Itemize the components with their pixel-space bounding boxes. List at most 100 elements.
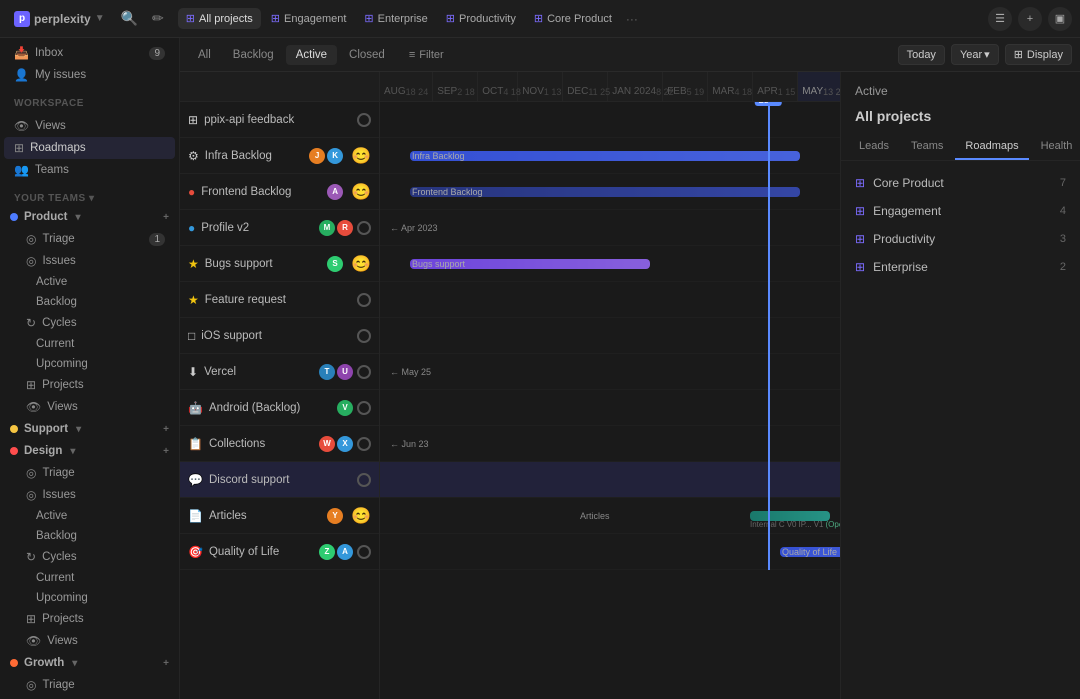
- timeline-row-vercel: ← May 25: [380, 354, 840, 390]
- settings-button[interactable]: ▣: [1048, 7, 1072, 31]
- filter-icon: ≡: [409, 49, 415, 61]
- productivity-label: Productivity: [459, 13, 516, 25]
- sidebar-item-product-issues[interactable]: ◎ Issues: [4, 250, 175, 272]
- sidebar-item-product-current[interactable]: Current: [4, 334, 175, 354]
- gantt-row-qol[interactable]: 🎯 Quality of Life Z A: [180, 534, 379, 570]
- gantt-row-infra[interactable]: ⚙ Infra Backlog J K 😊: [180, 138, 379, 174]
- search-button[interactable]: 🔍: [117, 6, 142, 31]
- sidebar-item-design-backlog[interactable]: Backlog: [4, 526, 175, 546]
- today-line: APR 25: [768, 102, 770, 570]
- nav-tabs-more[interactable]: ···: [622, 8, 642, 30]
- sidebar-item-growth-triage[interactable]: ◎ Triage: [4, 674, 175, 696]
- rp-project-core-product[interactable]: ⊞ Core Product 7: [841, 169, 1080, 197]
- sidebar-item-product-cycles[interactable]: ↻ Cycles: [4, 312, 175, 334]
- month-may: MAY13 27: [798, 72, 840, 101]
- sidebar-item-product-active[interactable]: Active: [4, 272, 175, 292]
- engagement-rp-count: 4: [1060, 205, 1066, 217]
- sidebar-team-product[interactable]: Product ▾ +: [0, 206, 179, 228]
- design-plus-icon: +: [163, 446, 169, 457]
- sidebar-item-design-upcoming[interactable]: Upcoming: [4, 588, 175, 608]
- year-button[interactable]: Year ▾: [951, 44, 999, 65]
- month-dec: DEC11 25: [563, 72, 608, 101]
- gantt-bar-bugs-label: Bugs support: [412, 259, 465, 269]
- sidebar-team-growth[interactable]: Growth ▾ +: [0, 652, 179, 674]
- tab-core-product[interactable]: ⊞ Core Product: [526, 8, 620, 29]
- rp-project-productivity[interactable]: ⊞ Productivity 3: [841, 225, 1080, 253]
- rp-tab-roadmaps[interactable]: Roadmaps: [955, 134, 1028, 160]
- gantt-row-frontend[interactable]: ● Frontend Backlog A 😊: [180, 174, 379, 210]
- design-team-label: Design: [24, 445, 62, 457]
- sidebar-item-inbox[interactable]: 📥 Inbox 9: [4, 42, 175, 64]
- gantt-row-vercel[interactable]: ⬇ Vercel T U: [180, 354, 379, 390]
- gantt-row-discord[interactable]: 💬 Discord support: [180, 462, 379, 498]
- tab-productivity[interactable]: ⊞ Productivity: [438, 8, 524, 29]
- gantt-row-bugs[interactable]: ★ Bugs support S 😊: [180, 246, 379, 282]
- rp-project-engagement[interactable]: ⊞ Engagement 4: [841, 197, 1080, 225]
- add-button[interactable]: +: [1018, 7, 1042, 31]
- subtab-active[interactable]: Active: [286, 45, 337, 65]
- tab-all-projects[interactable]: ⊞ All projects: [178, 8, 261, 29]
- frontend-label: Frontend Backlog: [201, 186, 327, 198]
- gantt-row-ppix[interactable]: ⊞ ppix-api feedback: [180, 102, 379, 138]
- sidebar-team-design[interactable]: Design ▾ +: [0, 440, 179, 462]
- articles-icon: 📄: [188, 509, 203, 523]
- gantt-timeline[interactable]: AUG18 24 SEP2 18 OCT4 18 NOV1 13 DEC11 2…: [380, 72, 840, 699]
- gantt-row-profile[interactable]: ● Profile v2 M R: [180, 210, 379, 246]
- vercel-status: [357, 365, 371, 379]
- ppix-icon: ⊞: [188, 113, 198, 127]
- sidebar-workspace-section: 👁 Views ⊞ Roadmaps 👥 Teams: [0, 111, 179, 185]
- rp-project-enterprise[interactable]: ⊞ Enterprise 2: [841, 253, 1080, 281]
- sidebar-item-design-current[interactable]: Current: [4, 568, 175, 588]
- sidebar-item-product-triage[interactable]: ◎ Triage 1: [4, 228, 175, 250]
- right-panel-title: All projects: [841, 104, 1080, 134]
- sidebar-item-design-views[interactable]: 👁 Views: [4, 630, 175, 652]
- gantt-wrapper: ⊞ ppix-api feedback ⚙ Infra Backlog J K …: [180, 72, 1080, 699]
- sidebar-item-views[interactable]: 👁 Views: [4, 115, 175, 137]
- app-logo[interactable]: p perplexity ▼: [8, 11, 111, 27]
- sidebar-item-my-issues[interactable]: 👤 My issues: [4, 64, 175, 86]
- sub-tabs-bar: All Backlog Active Closed ≡ Filter Today…: [180, 38, 1080, 72]
- sidebar-item-design-cycles[interactable]: ↻ Cycles: [4, 546, 175, 568]
- gantt-row-ios[interactable]: □ iOS support: [180, 318, 379, 354]
- inbox-label: Inbox: [35, 47, 63, 59]
- gantt-row-collections[interactable]: 📋 Collections W X: [180, 426, 379, 462]
- inbox-badge: 9: [149, 47, 165, 60]
- engagement-rp-name: Engagement: [873, 204, 1052, 218]
- sidebar-item-product-projects[interactable]: ⊞ Projects: [4, 374, 175, 396]
- compose-button[interactable]: ✏: [148, 6, 168, 31]
- gantt-row-android[interactable]: 🤖 Android (Backlog) V: [180, 390, 379, 426]
- tab-engagement[interactable]: ⊞ Engagement: [263, 8, 355, 29]
- gantt-row-feature[interactable]: ★ Feature request: [180, 282, 379, 318]
- design-dot: [10, 447, 18, 455]
- rp-tab-health[interactable]: Health: [1031, 134, 1080, 160]
- design-triage-label: Triage: [42, 467, 74, 479]
- subtab-backlog[interactable]: Backlog: [223, 45, 284, 65]
- rp-tab-teams[interactable]: Teams: [901, 134, 953, 160]
- design-issues-icon: ◎: [26, 488, 36, 502]
- sidebar-item-design-active[interactable]: Active: [4, 506, 175, 526]
- sidebar-item-product-backlog[interactable]: Backlog: [4, 292, 175, 312]
- support-expand-icon: ▾: [76, 424, 81, 435]
- filter-button[interactable]: ≡ Filter: [401, 45, 452, 65]
- sidebar-item-design-projects[interactable]: ⊞ Projects: [4, 608, 175, 630]
- sidebar-item-roadmaps[interactable]: ⊞ Roadmaps: [4, 137, 175, 159]
- timeline-row-ppix: [380, 102, 840, 138]
- rp-tab-leads[interactable]: Leads: [849, 134, 899, 160]
- subtab-all[interactable]: All: [188, 45, 221, 65]
- today-button[interactable]: Today: [898, 45, 945, 65]
- display-button[interactable]: ⊞ Display: [1005, 44, 1072, 65]
- collections-label: Collections: [209, 438, 319, 450]
- sidebar-item-product-upcoming[interactable]: Upcoming: [4, 354, 175, 374]
- sidebar-item-product-views[interactable]: 👁 Views: [4, 396, 175, 418]
- gantt-row-articles[interactable]: 📄 Articles Y 😊: [180, 498, 379, 534]
- tab-enterprise[interactable]: ⊞ Enterprise: [356, 8, 435, 29]
- sidebar-item-teams[interactable]: 👥 Teams: [4, 159, 175, 181]
- notifications-button[interactable]: ☰: [988, 7, 1012, 31]
- teams-icon: 👥: [14, 163, 29, 177]
- sidebar-team-support[interactable]: Support ▾ +: [0, 418, 179, 440]
- subtab-closed[interactable]: Closed: [339, 45, 395, 65]
- design-views-icon: 👁: [26, 634, 41, 648]
- growth-triage-icon: ◎: [26, 678, 36, 692]
- sidebar-item-design-triage[interactable]: ◎ Triage: [4, 462, 175, 484]
- sidebar-item-design-issues[interactable]: ◎ Issues: [4, 484, 175, 506]
